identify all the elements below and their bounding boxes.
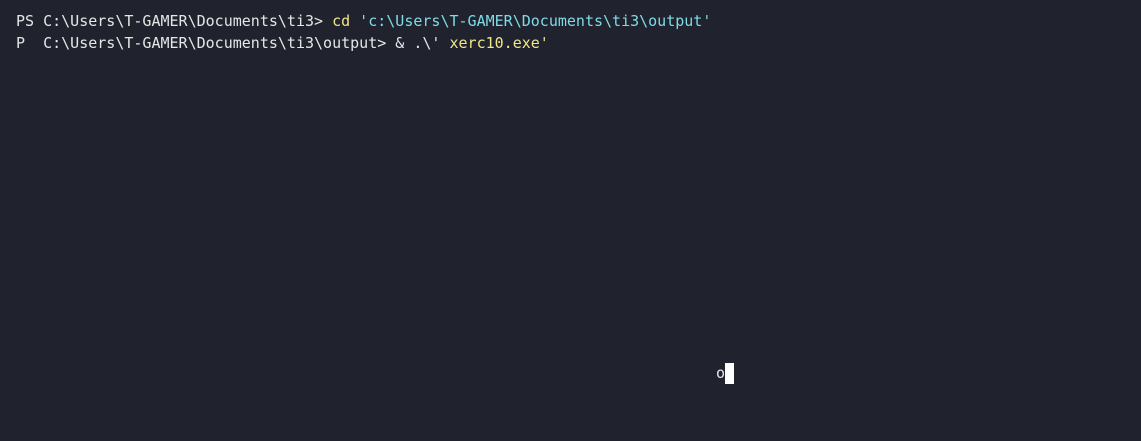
text-cursor <box>725 363 735 384</box>
prompt: PS C:\Users\T-GAMER\Documents\ti3> <box>16 12 333 30</box>
command-space <box>350 12 359 30</box>
command: cd <box>332 12 351 30</box>
terminal-line-2: P C:\Users\T-GAMER\Documents\ti3\output>… <box>16 32 549 54</box>
executable-name: xerc10.exe' <box>449 34 549 52</box>
output-char: o <box>716 364 726 382</box>
prompt: P C:\Users\T-GAMER\Documents\ti3\output> <box>16 34 396 52</box>
program-output: o <box>716 362 735 384</box>
terminal-window[interactable]: PS C:\Users\T-GAMER\Documents\ti3> cd 'c… <box>0 0 1141 441</box>
call-operator: & <box>395 34 414 52</box>
path-fragment: .\' <box>413 34 450 52</box>
terminal-line-1: PS C:\Users\T-GAMER\Documents\ti3> cd 'c… <box>16 10 711 32</box>
command-argument: 'c:\Users\T-GAMER\Documents\ti3\output' <box>359 12 712 30</box>
